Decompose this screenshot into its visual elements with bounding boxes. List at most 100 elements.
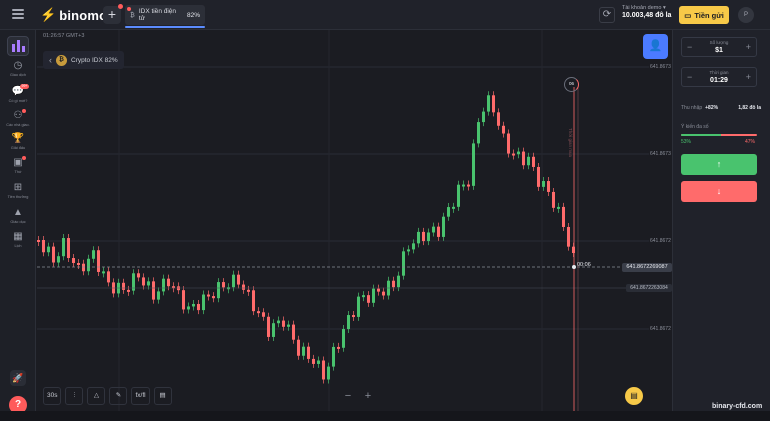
logo-text: binomo	[59, 7, 108, 23]
gift-icon: ⊞	[13, 182, 23, 193]
candle	[567, 226, 570, 247]
candle	[127, 289, 130, 292]
timeframe-button[interactable]: 30s	[43, 387, 62, 405]
candle	[67, 238, 70, 259]
trades-history-icon[interactable]: ▤	[625, 387, 643, 405]
notification-dot	[127, 7, 131, 11]
candle	[407, 249, 410, 252]
candle	[482, 111, 485, 123]
candle	[507, 133, 510, 154]
logo-bolt-icon: ⚡	[40, 7, 57, 22]
increase-amount-icon[interactable]: +	[746, 42, 751, 52]
server-clock: 01:26:57 GMT+3	[43, 33, 85, 39]
candle	[267, 316, 270, 337]
secondary-price-tag: 641.8672263084	[626, 284, 672, 292]
zoom-out-icon[interactable]: −	[340, 387, 356, 405]
chart-type-icon[interactable]: ⫶	[65, 387, 84, 405]
candle	[362, 295, 365, 298]
sentiment-bar	[681, 134, 757, 136]
account-selector[interactable]: Tài khoản demo ▾ 10.003,48 đô la	[622, 5, 677, 19]
candle	[77, 262, 80, 265]
rocket-icon[interactable]: 🚀	[10, 370, 26, 386]
calendar-icon: ▦	[13, 231, 23, 242]
candle	[192, 303, 195, 307]
candle	[87, 258, 90, 272]
asset-tab[interactable]: ₿ IDX tiền điện tử 82%	[125, 5, 205, 28]
add-asset-button[interactable]: +	[103, 4, 123, 24]
indicators-button[interactable]: fx/fl	[131, 387, 150, 405]
sentiment-up-fill	[681, 134, 722, 136]
amount-field[interactable]: − Số lượng $1 +	[681, 37, 757, 57]
candle	[167, 278, 170, 287]
time-field[interactable]: − Thời gian 01:29 +	[681, 67, 757, 87]
coin-icon: ₿	[56, 54, 67, 66]
arrow-down-icon: ↓	[716, 186, 722, 196]
payout-percent: +82%	[705, 105, 719, 111]
trade-up-button[interactable]: ↑	[681, 154, 757, 175]
asset-chip[interactable]: ‹ ₿ Crypto IDX 82%	[43, 51, 124, 69]
candle	[372, 288, 375, 303]
purchase-time-label: Thời gian mua	[568, 128, 573, 157]
candle	[457, 184, 460, 207]
candle	[542, 181, 545, 187]
candle	[532, 156, 535, 167]
candle	[397, 275, 400, 288]
logo[interactable]: ⚡ binomo	[40, 6, 107, 24]
candle	[357, 296, 360, 317]
zoom-in-icon[interactable]: +	[360, 387, 376, 405]
candle	[522, 151, 525, 166]
indicators-icon[interactable]: △	[87, 387, 106, 405]
sidebar-item[interactable]: ⚇ Các nhà giao.	[0, 109, 36, 127]
sidebar-item[interactable]: ▲ Giáo dục	[0, 207, 36, 224]
candle	[342, 329, 345, 348]
y-tick-label: 641.8673	[650, 151, 671, 157]
candle	[337, 346, 340, 349]
sentiment-label: Ý kiến đa số	[681, 124, 709, 130]
candle	[137, 273, 140, 278]
candle	[247, 289, 250, 292]
deposit-button[interactable]: ▭ Tiền gửi	[679, 6, 729, 24]
app-root: ⚡ binomo + ₿ IDX tiền điện tử 82% ⟳ Tài …	[0, 0, 770, 421]
candle	[537, 166, 540, 187]
candle	[322, 360, 325, 380]
candle	[307, 346, 310, 359]
current-price-tag: 641.8672269087	[622, 263, 672, 272]
draw-pencil-icon[interactable]: ✎	[109, 387, 128, 405]
candle	[302, 346, 305, 356]
notification-dot	[22, 109, 26, 113]
y-tick-label: 641.8672	[650, 326, 671, 332]
candle	[462, 184, 465, 187]
sidebar-item[interactable]: ◷ Giao dịch	[0, 60, 36, 77]
crypto-icon: ₿	[130, 11, 135, 19]
sidebar-item[interactable]: ▣ Thứ	[0, 156, 36, 174]
sidebar-item-label: Giao dịch	[9, 73, 27, 77]
payout-amount: 1,82 đô la	[738, 105, 761, 111]
candle	[442, 216, 445, 237]
candle	[197, 303, 200, 311]
trade-down-button[interactable]: ↓	[681, 181, 757, 202]
sidebar-item[interactable]: ⊞ Tiền thưởng	[0, 182, 36, 199]
asset-chip-label: Crypto IDX 82%	[71, 56, 118, 64]
sidebar-item[interactable]: 🏆 Giải đấu	[0, 133, 36, 150]
avatar[interactable]: P	[738, 7, 754, 23]
candle	[287, 324, 290, 327]
switch-account-icon[interactable]: ⟳	[599, 7, 615, 23]
sidebar-item[interactable]: 💬 Có gì mới? 99+	[0, 84, 36, 103]
increase-time-icon[interactable]: +	[746, 72, 751, 82]
trader-status-icon[interactable]	[7, 36, 29, 56]
candle	[292, 324, 295, 340]
candle	[502, 125, 505, 134]
menu-icon[interactable]	[12, 9, 24, 19]
candle	[487, 95, 490, 112]
candle	[237, 274, 240, 285]
layout-icon[interactable]: ▤	[153, 387, 172, 405]
chart-toolbar: 30s ⫶ △ ✎ fx/fl ▤	[43, 387, 172, 405]
add-user-icon[interactable]: 👤	[643, 34, 668, 59]
candle	[42, 240, 45, 253]
candle	[102, 271, 105, 274]
top-bar: ⚡ binomo + ₿ IDX tiền điện tử 82% ⟳ Tài …	[0, 0, 770, 30]
sidebar-item[interactable]: ▦ Lịch	[0, 231, 36, 248]
zoom-controls: − +	[340, 387, 376, 405]
chart-area[interactable]: 01:26:57 GMT+3 ‹ ₿ Crypto IDX 82% 👤 641.…	[37, 30, 672, 411]
account-type-label: Tài khoản demo	[622, 5, 662, 11]
